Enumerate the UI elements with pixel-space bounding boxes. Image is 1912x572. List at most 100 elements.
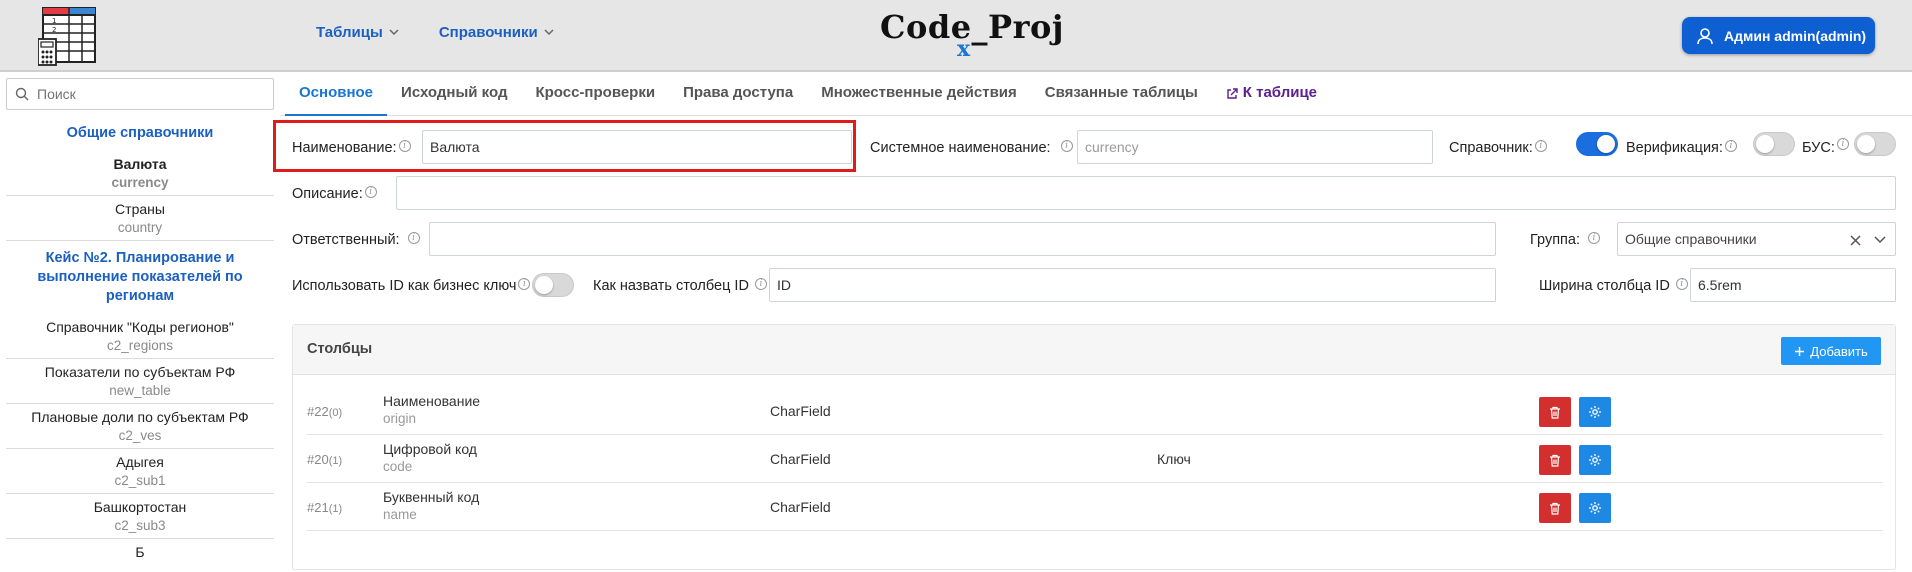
svg-text:1: 1	[52, 17, 56, 25]
info-icon[interactable]: i	[1675, 278, 1688, 290]
brand-logo[interactable]: Code_Proj x	[880, 8, 1063, 62]
sidebar-list: Общие справочники Валюта currency Страны…	[6, 118, 274, 564]
user-menu-button[interactable]: Админ admin(admin)	[1682, 17, 1875, 54]
nav-directories-dropdown[interactable]: Справочники	[439, 24, 554, 41]
idname-input[interactable]: ID	[769, 268, 1496, 302]
sidebar-item-title: Плановые доли по субъектам РФ	[31, 409, 249, 425]
search-input[interactable]	[37, 86, 257, 102]
add-label: Добавить	[1810, 343, 1868, 359]
info-icon[interactable]: i	[398, 140, 411, 152]
add-column-button[interactable]: Добавить	[1781, 337, 1881, 365]
column-type: CharField	[770, 451, 831, 467]
name-input[interactable]: Валюта	[422, 130, 852, 164]
tab-to-table-link[interactable]: К таблице	[1212, 72, 1331, 116]
gear-icon	[1589, 406, 1601, 418]
useid-label-text: Использовать ID как бизнес ключ	[292, 278, 517, 294]
sidebar-item-title: Показатели по субъектам РФ	[44, 364, 236, 380]
info-icon[interactable]: i	[1534, 140, 1547, 152]
delete-column-button[interactable]	[1539, 397, 1571, 427]
resp-label-text: Ответственный:	[292, 232, 400, 248]
column-type: CharField	[770, 403, 831, 419]
table-logo-icon[interactable]: 1 2	[38, 6, 100, 66]
chevron-down-icon[interactable]	[1874, 236, 1886, 244]
sidebar-item-c2-regions[interactable]: Справочник "Коды регионов" c2_regions	[6, 314, 274, 359]
sidebar-item-new-table[interactable]: Показатели по субъектам РФ new_table	[6, 359, 274, 404]
settings-column-button[interactable]	[1579, 493, 1611, 523]
delete-column-button[interactable]	[1539, 493, 1571, 523]
column-num: #22	[307, 404, 329, 419]
column-row[interactable]: #20(1) Цифровой код code CharField Ключ	[307, 435, 1883, 483]
info-icon[interactable]: i	[1060, 140, 1073, 152]
sidebar: Общие справочники Валюта currency Страны…	[0, 72, 280, 572]
info-icon[interactable]: i	[1724, 140, 1737, 152]
trash-icon	[1550, 454, 1560, 467]
sidebar-item-title: Адыгея	[116, 454, 164, 470]
tab-main[interactable]: Основное	[285, 72, 388, 116]
verif-label-text: Верификация:	[1626, 140, 1723, 156]
sidebar-item-sub: country	[117, 220, 163, 235]
info-icon[interactable]: i	[1588, 232, 1600, 244]
bus-toggle[interactable]	[1854, 132, 1896, 156]
nav-tables-dropdown[interactable]: Таблицы	[316, 24, 399, 41]
nav-tables-label: Таблицы	[316, 24, 383, 41]
verif-toggle[interactable]	[1753, 132, 1795, 156]
info-icon[interactable]: i	[407, 232, 420, 244]
resp-label: Ответственный: i	[292, 232, 420, 248]
sidebar-item-sub: c2_ves	[118, 428, 162, 443]
tab-bulk-actions[interactable]: Множественные действия	[807, 72, 1031, 116]
idwidth-label-text: Ширина столбца ID	[1539, 278, 1670, 294]
dict-toggle[interactable]	[1576, 132, 1618, 156]
responsible-input[interactable]	[429, 222, 1496, 256]
top-nav: Таблицы Справочники	[316, 24, 554, 41]
sidebar-item-c2-sub1[interactable]: Адыгея c2_sub1	[6, 449, 274, 494]
description-input[interactable]	[396, 176, 1896, 210]
column-code: origin	[383, 411, 417, 426]
useid-label: Использовать ID как бизнес ключ i	[292, 278, 531, 294]
info-icon[interactable]: i	[754, 278, 767, 290]
top-navbar: 1 2 Таблицы Справочники Code_Proj x Адми…	[0, 0, 1912, 72]
sidebar-item-c2-ves[interactable]: Плановые доли по субъектам РФ c2_ves	[6, 404, 274, 449]
group-select[interactable]: Общие справочники	[1617, 222, 1896, 256]
delete-column-button[interactable]	[1539, 445, 1571, 475]
tab-source-code[interactable]: Исходный код	[387, 72, 521, 116]
tab-access-rights[interactable]: Права доступа	[669, 72, 807, 116]
sidebar-item-sub: c2_regions	[106, 338, 174, 353]
idwidth-label: Ширина столбца ID i	[1539, 278, 1688, 294]
group-label: Группа: i	[1530, 232, 1600, 248]
sidebar-search[interactable]	[6, 78, 274, 110]
tab-related-tables[interactable]: Связанные таблицы	[1031, 72, 1212, 116]
dict-label: Справочник: i	[1449, 140, 1547, 156]
column-row[interactable]: #21(1) Буквенный код name CharField	[307, 483, 1883, 531]
external-link-icon	[1227, 88, 1238, 99]
column-title: Наименование	[383, 393, 481, 409]
column-id: #20(1)	[307, 452, 342, 467]
sidebar-item-country[interactable]: Страны country	[6, 196, 274, 241]
settings-column-button[interactable]	[1579, 445, 1611, 475]
column-row[interactable]: #22(0) Наименование origin CharField	[307, 387, 1883, 435]
column-title: Буквенный код	[383, 489, 480, 505]
column-name: Цифровой код code	[383, 441, 477, 475]
info-icon[interactable]: i	[518, 278, 531, 290]
clear-icon[interactable]	[1850, 235, 1861, 246]
column-name: Наименование origin	[383, 393, 480, 427]
trash-icon	[1550, 406, 1560, 419]
desc-label-text: Описание:	[292, 186, 363, 202]
sidebar-item-title: Справочник "Коды регионов"	[46, 319, 234, 335]
settings-column-button[interactable]	[1579, 397, 1611, 427]
idwidth-input[interactable]: 6.5rem	[1690, 268, 1896, 302]
info-icon[interactable]: i	[364, 186, 377, 198]
brand-mark: x	[957, 36, 971, 62]
sidebar-group-title: Кейс №2. Планирование и выполнение показ…	[37, 250, 243, 304]
useid-toggle[interactable]	[532, 273, 574, 297]
sidebar-item-c2-sub3[interactable]: Башкортостан c2_sub3	[6, 494, 274, 539]
info-icon[interactable]: i	[1836, 138, 1849, 150]
column-code: code	[383, 459, 413, 474]
column-count: (0)	[328, 407, 343, 419]
sidebar-item-title: Башкортостан	[93, 499, 187, 515]
sidebar-item-currency[interactable]: Валюта currency	[6, 151, 274, 196]
bus-label: БУС: i	[1802, 138, 1849, 156]
sidebar-item-partial[interactable]: Б	[6, 539, 274, 564]
sysname-input[interactable]: currency	[1077, 130, 1433, 164]
user-icon	[1697, 27, 1713, 44]
tab-cross-checks[interactable]: Кросс-проверки	[521, 72, 669, 116]
